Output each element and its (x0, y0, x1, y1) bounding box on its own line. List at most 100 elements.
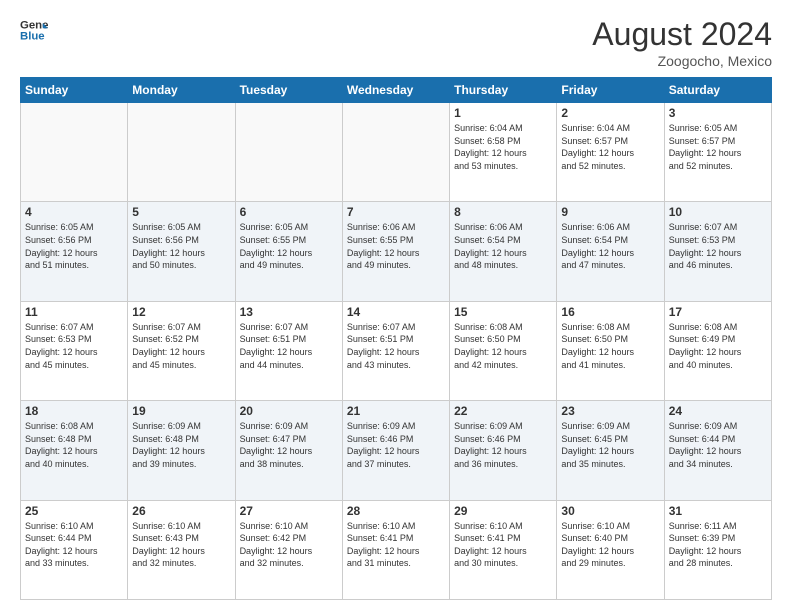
cell-info: Sunrise: 6:04 AM Sunset: 6:57 PM Dayligh… (561, 122, 659, 172)
header: General Blue August 2024 Zoogocho, Mexic… (20, 16, 772, 69)
calendar-cell: 13 Sunrise: 6:07 AM Sunset: 6:51 PM Dayli… (235, 301, 342, 400)
calendar-cell: 20 Sunrise: 6:09 AM Sunset: 6:47 PM Dayli… (235, 401, 342, 500)
calendar-cell: 31 Sunrise: 6:11 AM Sunset: 6:39 PM Dayli… (664, 500, 771, 599)
cell-info: Sunrise: 6:08 AM Sunset: 6:48 PM Dayligh… (25, 420, 123, 470)
day-number: 14 (347, 305, 445, 319)
calendar-table: SundayMondayTuesdayWednesdayThursdayFrid… (20, 77, 772, 600)
day-number: 22 (454, 404, 552, 418)
day-number: 16 (561, 305, 659, 319)
calendar-cell (342, 103, 449, 202)
day-number: 28 (347, 504, 445, 518)
day-header-monday: Monday (128, 78, 235, 103)
calendar-cell: 19 Sunrise: 6:09 AM Sunset: 6:48 PM Dayli… (128, 401, 235, 500)
calendar-cell: 1 Sunrise: 6:04 AM Sunset: 6:58 PM Daylig… (450, 103, 557, 202)
day-number: 15 (454, 305, 552, 319)
calendar-cell: 9Sunrise: 6:06 AM Sunset: 6:54 PM Daylig… (557, 202, 664, 301)
logo: General Blue (20, 16, 48, 44)
calendar-cell: 18 Sunrise: 6:08 AM Sunset: 6:48 PM Dayli… (21, 401, 128, 500)
calendar-cell: 23Sunrise: 6:09 AM Sunset: 6:45 PM Dayli… (557, 401, 664, 500)
cell-info: Sunrise: 6:10 AM Sunset: 6:41 PM Dayligh… (454, 520, 552, 570)
day-number: 2 (561, 106, 659, 120)
calendar-cell (128, 103, 235, 202)
cell-info: Sunrise: 6:08 AM Sunset: 6:50 PM Dayligh… (561, 321, 659, 371)
calendar-cell: 15 Sunrise: 6:08 AM Sunset: 6:50 PM Dayli… (450, 301, 557, 400)
day-number: 30 (561, 504, 659, 518)
cell-info: Sunrise: 6:11 AM Sunset: 6:39 PM Dayligh… (669, 520, 767, 570)
cell-info: Sunrise: 6:09 AM Sunset: 6:48 PM Dayligh… (132, 420, 230, 470)
week-row-2: 4 Sunrise: 6:05 AM Sunset: 6:56 PM Daylig… (21, 202, 772, 301)
cell-info: Sunrise: 6:07 AM Sunset: 6:51 PM Dayligh… (347, 321, 445, 371)
day-number: 3 (669, 106, 767, 120)
day-number: 27 (240, 504, 338, 518)
calendar-cell (21, 103, 128, 202)
calendar-cell: 6Sunrise: 6:05 AM Sunset: 6:55 PM Daylig… (235, 202, 342, 301)
day-header-sunday: Sunday (21, 78, 128, 103)
calendar-cell: 30 Sunrise: 6:10 AM Sunset: 6:40 PM Dayli… (557, 500, 664, 599)
day-number: 12 (132, 305, 230, 319)
cell-info: Sunrise: 6:04 AM Sunset: 6:58 PM Dayligh… (454, 122, 552, 172)
cell-info: Sunrise: 6:10 AM Sunset: 6:40 PM Dayligh… (561, 520, 659, 570)
location: Zoogocho, Mexico (592, 53, 772, 69)
cell-info: Sunrise: 6:05 AM Sunset: 6:56 PM Dayligh… (25, 221, 123, 271)
day-number: 23 (561, 404, 659, 418)
cell-info: Sunrise: 6:07 AM Sunset: 6:52 PM Dayligh… (132, 321, 230, 371)
day-number: 7 (347, 205, 445, 219)
calendar-cell: 3 Sunrise: 6:05 AM Sunset: 6:57 PM Daylig… (664, 103, 771, 202)
cell-info: Sunrise: 6:07 AM Sunset: 6:51 PM Dayligh… (240, 321, 338, 371)
day-number: 18 (25, 404, 123, 418)
cell-info: Sunrise: 6:08 AM Sunset: 6:49 PM Dayligh… (669, 321, 767, 371)
day-number: 13 (240, 305, 338, 319)
svg-text:Blue: Blue (20, 31, 45, 43)
cell-info: Sunrise: 6:09 AM Sunset: 6:46 PM Dayligh… (454, 420, 552, 470)
cell-info: Sunrise: 6:09 AM Sunset: 6:46 PM Dayligh… (347, 420, 445, 470)
header-row: SundayMondayTuesdayWednesdayThursdayFrid… (21, 78, 772, 103)
day-number: 24 (669, 404, 767, 418)
calendar-cell: 2 Sunrise: 6:04 AM Sunset: 6:57 PM Daylig… (557, 103, 664, 202)
calendar-cell: 10 Sunrise: 6:07 AM Sunset: 6:53 PM Dayli… (664, 202, 771, 301)
day-header-saturday: Saturday (664, 78, 771, 103)
logo-icon: General Blue (20, 16, 48, 44)
day-number: 4 (25, 205, 123, 219)
calendar-cell: 5 Sunrise: 6:05 AM Sunset: 6:56 PM Daylig… (128, 202, 235, 301)
day-number: 31 (669, 504, 767, 518)
cell-info: Sunrise: 6:05 AM Sunset: 6:56 PM Dayligh… (132, 221, 230, 271)
calendar-cell: 12 Sunrise: 6:07 AM Sunset: 6:52 PM Dayli… (128, 301, 235, 400)
calendar-cell: 4 Sunrise: 6:05 AM Sunset: 6:56 PM Daylig… (21, 202, 128, 301)
cell-info: Sunrise: 6:09 AM Sunset: 6:47 PM Dayligh… (240, 420, 338, 470)
day-number: 8 (454, 205, 552, 219)
day-number: 9 (561, 205, 659, 219)
cell-info: Sunrise: 6:10 AM Sunset: 6:43 PM Dayligh… (132, 520, 230, 570)
calendar-cell: 11Sunrise: 6:07 AM Sunset: 6:53 PM Dayli… (21, 301, 128, 400)
calendar-cell: 25 Sunrise: 6:10 AM Sunset: 6:44 PM Dayli… (21, 500, 128, 599)
calendar-cell: 17 Sunrise: 6:08 AM Sunset: 6:49 PM Dayli… (664, 301, 771, 400)
cell-info: Sunrise: 6:09 AM Sunset: 6:44 PM Dayligh… (669, 420, 767, 470)
cell-info: Sunrise: 6:10 AM Sunset: 6:41 PM Dayligh… (347, 520, 445, 570)
day-header-thursday: Thursday (450, 78, 557, 103)
calendar-cell: 27Sunrise: 6:10 AM Sunset: 6:42 PM Dayli… (235, 500, 342, 599)
cell-info: Sunrise: 6:08 AM Sunset: 6:50 PM Dayligh… (454, 321, 552, 371)
day-header-friday: Friday (557, 78, 664, 103)
day-number: 1 (454, 106, 552, 120)
calendar-cell: 28 Sunrise: 6:10 AM Sunset: 6:41 PM Dayli… (342, 500, 449, 599)
week-row-1: 1 Sunrise: 6:04 AM Sunset: 6:58 PM Daylig… (21, 103, 772, 202)
cell-info: Sunrise: 6:10 AM Sunset: 6:44 PM Dayligh… (25, 520, 123, 570)
day-number: 20 (240, 404, 338, 418)
day-number: 25 (25, 504, 123, 518)
day-number: 26 (132, 504, 230, 518)
day-number: 10 (669, 205, 767, 219)
day-number: 5 (132, 205, 230, 219)
day-number: 17 (669, 305, 767, 319)
cell-info: Sunrise: 6:07 AM Sunset: 6:53 PM Dayligh… (669, 221, 767, 271)
day-number: 29 (454, 504, 552, 518)
calendar-cell: 29 Sunrise: 6:10 AM Sunset: 6:41 PM Dayli… (450, 500, 557, 599)
calendar-cell: 8Sunrise: 6:06 AM Sunset: 6:54 PM Daylig… (450, 202, 557, 301)
cell-info: Sunrise: 6:05 AM Sunset: 6:57 PM Dayligh… (669, 122, 767, 172)
calendar-cell: 24 Sunrise: 6:09 AM Sunset: 6:44 PM Dayli… (664, 401, 771, 500)
day-header-wednesday: Wednesday (342, 78, 449, 103)
cell-info: Sunrise: 6:07 AM Sunset: 6:53 PM Dayligh… (25, 321, 123, 371)
week-row-3: 11Sunrise: 6:07 AM Sunset: 6:53 PM Dayli… (21, 301, 772, 400)
calendar-cell: 14 Sunrise: 6:07 AM Sunset: 6:51 PM Dayli… (342, 301, 449, 400)
day-number: 19 (132, 404, 230, 418)
calendar-cell: 16 Sunrise: 6:08 AM Sunset: 6:50 PM Dayli… (557, 301, 664, 400)
day-header-tuesday: Tuesday (235, 78, 342, 103)
